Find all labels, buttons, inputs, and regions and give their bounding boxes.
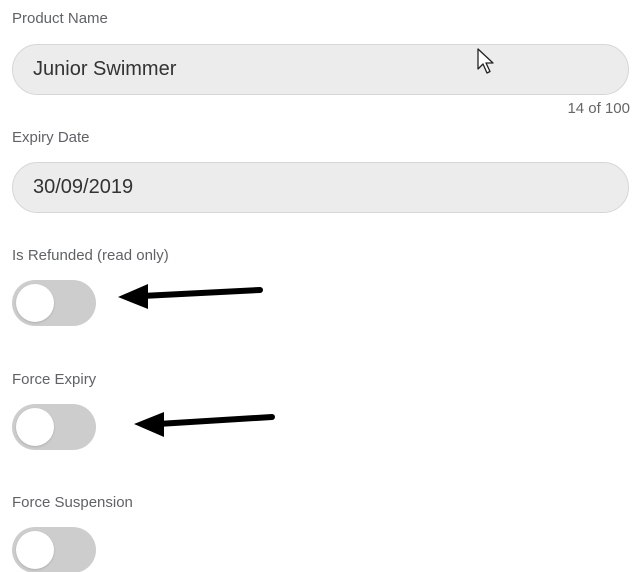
- toggle-knob: [16, 284, 54, 322]
- force-suspension-label: Force Suspension: [12, 494, 133, 511]
- arrow-left-icon: [118, 284, 263, 309]
- expiry-date-input[interactable]: [12, 162, 629, 213]
- is-refunded-label: Is Refunded (read only): [12, 247, 169, 264]
- product-name-input[interactable]: [12, 44, 629, 95]
- toggle-knob: [16, 531, 54, 569]
- mouse-pointer-icon: [477, 48, 494, 74]
- is-refunded-toggle: [12, 280, 96, 326]
- toggle-knob: [16, 408, 54, 446]
- product-name-label: Product Name: [12, 10, 108, 27]
- force-expiry-toggle[interactable]: [12, 404, 96, 450]
- arrow-left-icon: [134, 412, 275, 437]
- product-form: Product Name 14 of 100 Expiry Date Is Re…: [0, 0, 633, 572]
- expiry-date-label: Expiry Date: [12, 129, 90, 146]
- force-suspension-toggle[interactable]: [12, 527, 96, 572]
- character-counter: 14 of 100: [567, 100, 630, 117]
- force-expiry-label: Force Expiry: [12, 371, 97, 388]
